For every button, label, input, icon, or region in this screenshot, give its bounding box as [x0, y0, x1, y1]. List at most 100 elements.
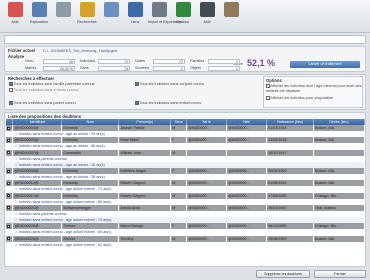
- close-button[interactable]: Fermer: [314, 270, 366, 278]
- warning-text: Individu sans enfant connu - age actuel …: [18, 242, 112, 247]
- option-proposal[interactable]: Afficher les individus pour proposition: [266, 96, 333, 100]
- launch-button[interactable]: Lancer un traitement: [290, 61, 360, 68]
- toolbar-item-9[interactable]: [220, 2, 242, 31]
- checkbox-icon[interactable]: [135, 82, 139, 86]
- toolbar-item-label: Liens: [130, 20, 140, 24]
- toolbar-item-3[interactable]: Recherches: [76, 2, 98, 31]
- toolbar-item-7[interactable]: Options: [172, 2, 194, 31]
- checkbox-icon[interactable]: [9, 88, 13, 92]
- table-body: @IND00004@ Kennedy Joseph Patrick M @IND0000…: [6, 125, 365, 248]
- search-option-5[interactable]: Tous les individus sans enfant connu: [135, 101, 201, 105]
- network-icon: [31, 2, 47, 17]
- stat-value: 26: [43, 58, 75, 64]
- link-icon: [127, 2, 143, 17]
- search-option-3-label: Tous les individus sans conjoint connu: [139, 82, 204, 86]
- file-title: Fichier actuel: [8, 48, 35, 53]
- stat-value: 72: [153, 58, 185, 64]
- warning-cell: ⚠ Individu sans enfant connu - age actue…: [12, 241, 365, 248]
- option-proposal-label: Afficher les individus pour proposition: [270, 96, 334, 100]
- stat-label: Sans: [80, 66, 89, 70]
- toolbar-item-label: Options: [176, 20, 190, 24]
- printer-icon: [151, 2, 167, 17]
- indent-cell: [6, 241, 14, 248]
- search-option-3[interactable]: Tous les individus sans conjoint connu: [135, 82, 204, 86]
- toolbar-item-4[interactable]: [100, 2, 122, 31]
- toolbar-item-label: Aide: [11, 20, 19, 24]
- options-box: Options Afficher les individus dont l'âg…: [263, 76, 363, 108]
- toolbar-item-label: Exploration: [30, 20, 48, 24]
- warning-text: Individu sans enfant connu - age au décè…: [18, 144, 105, 149]
- search-option-4[interactable]: Tous les individus sans parent connu: [9, 101, 76, 105]
- graduation-cap-icon: [199, 2, 215, 17]
- stat-value: 74: [98, 65, 130, 71]
- warning-text: Individu sans enfant connu - age actuel …: [18, 218, 112, 223]
- card-icon: [223, 2, 239, 17]
- warning-text: Individu sans parents connus: [18, 212, 67, 217]
- toolbar-item-5[interactable]: Liens: [124, 2, 146, 31]
- expand-toggle-icon[interactable]: [7, 194, 10, 198]
- road-sign-icon: [79, 2, 95, 17]
- expand-toggle-icon[interactable]: [7, 224, 10, 228]
- search-option-1-label: Tous les individus sans famille parental…: [13, 82, 95, 86]
- stat-label: Familles: [190, 59, 205, 63]
- option-age-label: Afficher les individus dont l'âge minima…: [266, 84, 362, 93]
- clipboard-icon: [55, 2, 71, 17]
- stat-label: Mariés: [25, 66, 37, 70]
- search-panel: Recherches à effectuer Tous les individu…: [4, 74, 366, 110]
- expand-toggle-icon[interactable]: [7, 126, 10, 130]
- analyse-section-title: Analyse: [8, 54, 25, 59]
- toolbar-item-1[interactable]: Exploration: [28, 2, 50, 31]
- expand-toggle-icon[interactable]: [7, 181, 10, 185]
- results-table-wrapper: Identifiant Nom Prénom(s) Sexe Né le Nés Naiss…: [6, 119, 365, 266]
- checkbox-icon[interactable]: [266, 84, 270, 88]
- checkbox-icon[interactable]: [135, 101, 139, 105]
- results-title: Liste des propositions des doublons: [8, 113, 82, 119]
- remove-duplicates-button[interactable]: Supprimer les doublons: [256, 270, 310, 278]
- option-age[interactable]: Afficher les individus dont l'âge minima…: [266, 84, 362, 93]
- expand-toggle-icon[interactable]: [7, 206, 10, 210]
- checkbox-icon[interactable]: [9, 82, 13, 86]
- warning-text: Individu sans enfant connu - age actuel …: [18, 187, 112, 192]
- checkbox-icon[interactable]: [9, 101, 13, 105]
- excel-icon: [175, 2, 191, 17]
- search-option-4-label: Tous les individus sans parent connu: [13, 101, 76, 105]
- table-subrow[interactable]: ⚠ Individu sans enfant connu - age actue…: [6, 241, 365, 248]
- stat-label: Individus: [80, 59, 95, 63]
- stat-label: Objets: [190, 66, 201, 70]
- warning-text: Individu sans enfant connu - age au décè…: [18, 175, 105, 180]
- warning-text: Individu sans parents connus: [18, 156, 67, 161]
- stat-value: 1: [208, 65, 240, 71]
- stat-label: Notes: [135, 59, 145, 63]
- expand-toggle-icon[interactable]: [7, 237, 10, 241]
- score-value: 52,1 %: [247, 58, 276, 68]
- results-table: Identifiant Nom Prénom(s) Sexe Né le Nés Naiss…: [6, 119, 365, 248]
- toolbar-item-0[interactable]: Aide: [4, 2, 26, 31]
- analyse-panel: Fichier actuel C:\...\DONNEES_Tire_Kenne…: [4, 46, 366, 72]
- stat-label: Sources: [135, 66, 149, 70]
- expand-toggle-icon[interactable]: [7, 138, 10, 142]
- warning-text: Individu sans enfant connu - age actuel …: [18, 199, 112, 204]
- warning-text: Individu sans enfant connu - age au décè…: [18, 132, 105, 137]
- warning-text: Individu sans enfant connu - age actuel …: [18, 230, 112, 235]
- toolbar-item-label: Recherches: [77, 20, 97, 24]
- toolbar-item-2[interactable]: [52, 2, 74, 31]
- toolbar-item-6[interactable]: Import et Exportation: [148, 2, 182, 31]
- search-option-2[interactable]: Tous les individus sans enfants connus: [9, 88, 79, 92]
- expand-toggle-icon[interactable]: [7, 151, 10, 155]
- toolbar-item-8[interactable]: Aide: [196, 2, 218, 31]
- search-option-5-label: Tous les individus sans enfant connu: [139, 101, 202, 105]
- stat-label: Vécu: [25, 59, 34, 63]
- checkbox-icon[interactable]: [266, 96, 270, 100]
- address-bar[interactable]: [4, 35, 366, 44]
- stat-value: 25,00 %: [43, 65, 75, 71]
- results-panel: Liste des propositions des doublons Iden…: [4, 112, 366, 267]
- file-path: C:\...\DONNEES_Tire_Kennedy_Family.ged: [43, 48, 117, 53]
- bar-chart-icon: [103, 2, 119, 17]
- stat-value: 2: [208, 58, 240, 64]
- expand-toggle-icon[interactable]: [7, 169, 10, 173]
- stat-value: 2: [153, 65, 185, 71]
- search-option-2-label: Tous les individus sans enfants connus: [13, 88, 80, 92]
- toolbar-item-label: Import et Exportation: [148, 20, 182, 24]
- search-option-1[interactable]: Tous les individus sans famille parental…: [9, 82, 95, 86]
- home-icon: [7, 2, 23, 17]
